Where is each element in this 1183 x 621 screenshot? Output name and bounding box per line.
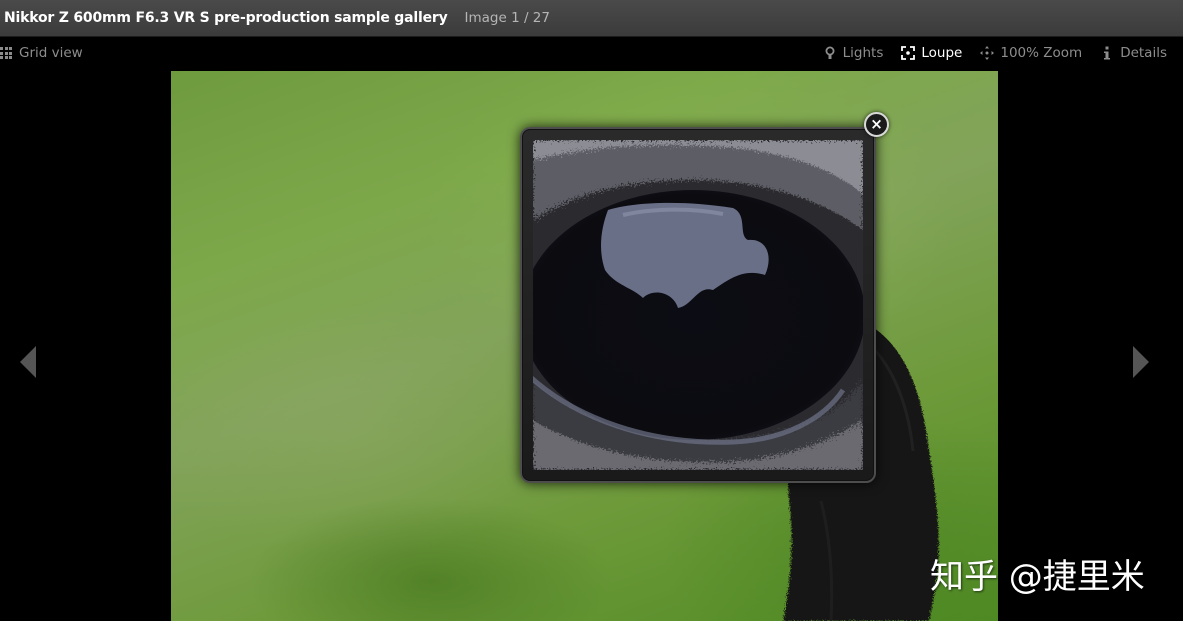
zoom-100-label: 100% Zoom [1000, 45, 1083, 61]
grid-view-label: Grid view [19, 45, 83, 61]
chevron-left-icon [20, 346, 36, 378]
move-icon [980, 46, 995, 60]
lights-button[interactable]: Lights [823, 45, 884, 61]
details-button[interactable]: Details [1100, 45, 1167, 61]
chevron-right-icon [1133, 346, 1149, 378]
next-image-button[interactable] [1131, 345, 1151, 379]
loupe-icon [901, 46, 916, 60]
gallery-title: Nikkor Z 600mm F6.3 VR S pre-production … [4, 10, 448, 26]
grid-icon [0, 47, 12, 59]
toolbar: Grid view Lights Loupe 100% Zoom Details [0, 37, 1183, 70]
lights-label: Lights [842, 45, 884, 61]
loupe-close-button[interactable]: × [864, 112, 889, 137]
loupe-panel[interactable] [520, 127, 876, 483]
title-bar: Nikkor Z 600mm F6.3 VR S pre-production … [0, 0, 1183, 37]
previous-image-button[interactable] [18, 345, 38, 379]
info-icon [1100, 46, 1114, 60]
watermark-text: 知乎 @捷里米 [930, 557, 1145, 597]
loupe-button[interactable]: Loupe [901, 45, 962, 61]
loupe-magnified-view [533, 140, 863, 470]
magnified-eye-image [533, 140, 863, 470]
bulb-icon [823, 46, 837, 60]
loupe-label: Loupe [921, 45, 963, 61]
grid-view-button[interactable]: Grid view [0, 45, 83, 61]
zoom-100-button[interactable]: 100% Zoom [980, 45, 1082, 61]
details-label: Details [1120, 45, 1167, 61]
close-icon: × [870, 115, 883, 133]
image-counter: Image 1 / 27 [464, 10, 550, 26]
